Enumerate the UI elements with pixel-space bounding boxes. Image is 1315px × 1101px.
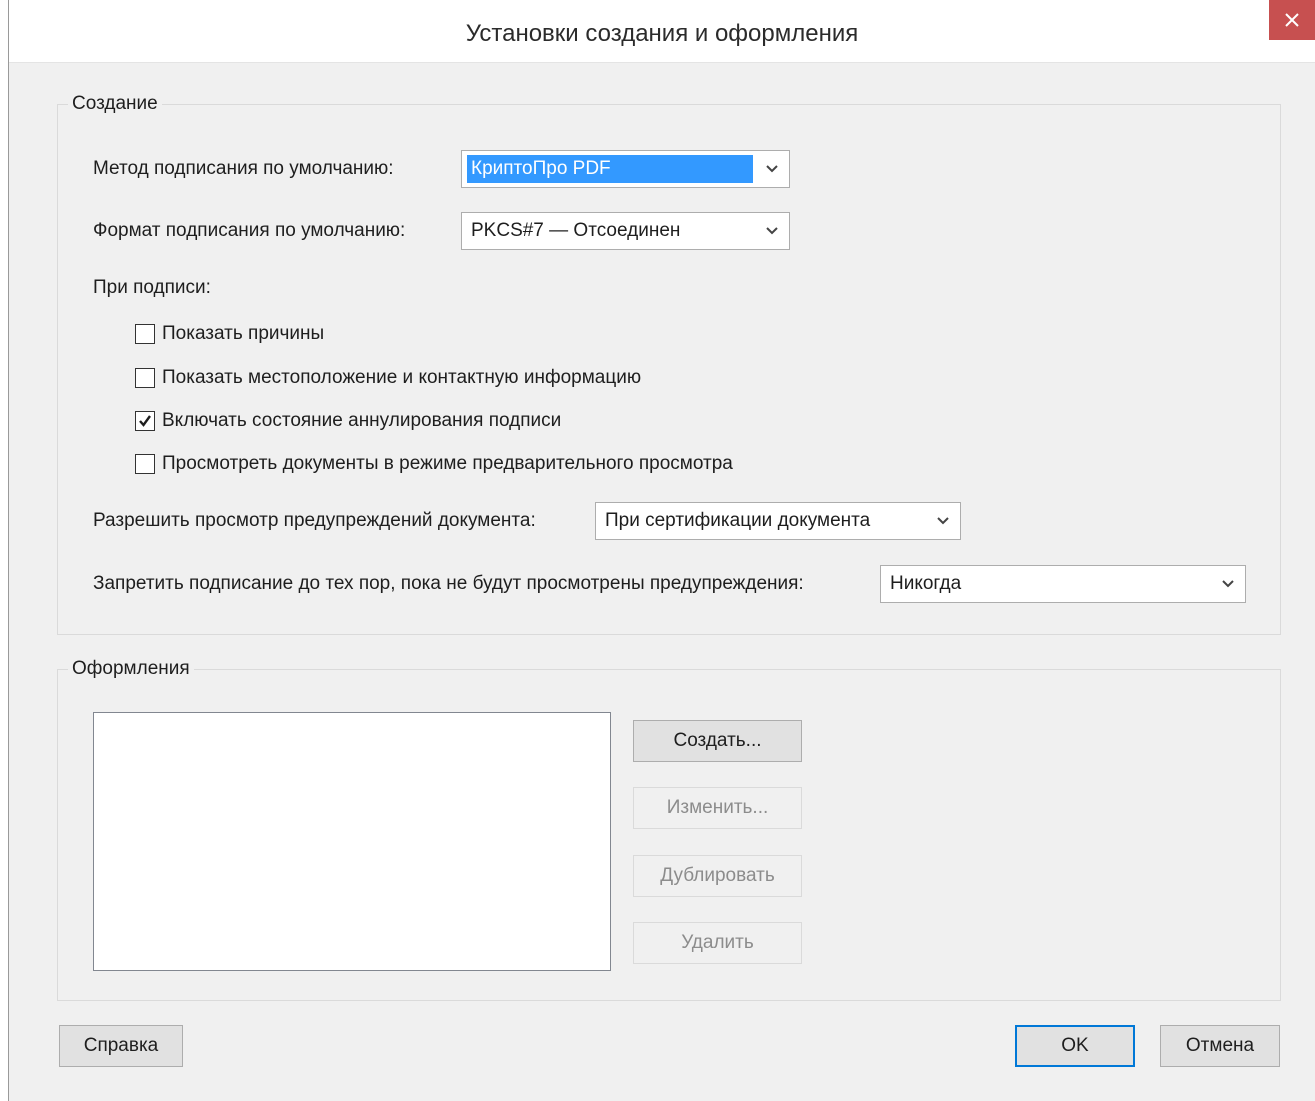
checkbox-show-reasons[interactable]: Показать причины <box>135 322 324 346</box>
signing-method-select[interactable]: КриптоПро PDF <box>461 150 790 188</box>
checkbox-label: Включать состояние аннулирования подписи <box>162 410 562 431</box>
edit-appearance-button[interactable]: Изменить... <box>633 787 802 829</box>
checkbox-include-revocation[interactable]: Включать состояние аннулирования подписи <box>135 409 561 433</box>
signing-format-label: Формат подписания по умолчанию: <box>93 220 406 241</box>
help-button[interactable]: Справка <box>59 1025 183 1067</box>
chevron-down-icon <box>755 151 789 187</box>
chevron-down-icon <box>1211 566 1245 602</box>
allow-warnings-label: Разрешить просмотр предупреждений докуме… <box>93 510 536 531</box>
creation-group-label: Создание <box>68 93 162 115</box>
on-sign-label: При подписи: <box>93 277 211 298</box>
signing-format-value: PKCS#7 — Отсоединен <box>471 220 681 241</box>
close-icon <box>1285 13 1299 27</box>
allow-warnings-select[interactable]: При сертификации документа <box>595 502 961 540</box>
checkbox-box[interactable] <box>135 324 155 344</box>
dialog-title: Установки создания и оформления <box>465 20 859 47</box>
ok-button[interactable]: OK <box>1015 1025 1135 1067</box>
duplicate-appearance-button[interactable]: Дублировать <box>633 855 802 897</box>
signing-method-label: Метод подписания по умолчанию: <box>93 158 394 179</box>
prevent-signing-label: Запретить подписание до тех пор, пока не… <box>93 573 804 594</box>
prevent-signing-select[interactable]: Никогда <box>880 565 1246 603</box>
checkbox-preview-mode[interactable]: Просмотреть документы в режиме предварит… <box>135 452 733 476</box>
close-button[interactable] <box>1269 0 1315 40</box>
delete-appearance-button[interactable]: Удалить <box>633 922 802 964</box>
checkbox-label: Просмотреть документы в режиме предварит… <box>162 453 733 474</box>
checkbox-label: Показать местоположение и контактную инф… <box>162 367 642 388</box>
checkbox-show-location[interactable]: Показать местоположение и контактную инф… <box>135 366 641 390</box>
prevent-signing-value: Никогда <box>890 573 962 594</box>
checkbox-box[interactable] <box>135 454 155 474</box>
cancel-button[interactable]: Отмена <box>1160 1025 1280 1067</box>
allow-warnings-value: При сертификации документа <box>605 510 871 531</box>
create-appearance-button[interactable]: Создать... <box>633 720 802 762</box>
chevron-down-icon <box>755 213 789 249</box>
title-bar: Установки создания и оформления <box>9 0 1315 63</box>
signing-format-select[interactable]: PKCS#7 — Отсоединен <box>461 212 790 250</box>
checkbox-box[interactable] <box>135 368 155 388</box>
chevron-down-icon <box>926 503 960 539</box>
settings-dialog: Установки создания и оформления Создание… <box>8 0 1315 1101</box>
signing-method-value: КриптоПро PDF <box>467 155 753 183</box>
checkbox-label: Показать причины <box>162 323 325 344</box>
appearances-group-label: Оформления <box>68 658 194 680</box>
checkmark-icon <box>139 415 151 427</box>
appearances-list[interactable] <box>93 712 611 971</box>
checkbox-box[interactable] <box>135 411 155 431</box>
